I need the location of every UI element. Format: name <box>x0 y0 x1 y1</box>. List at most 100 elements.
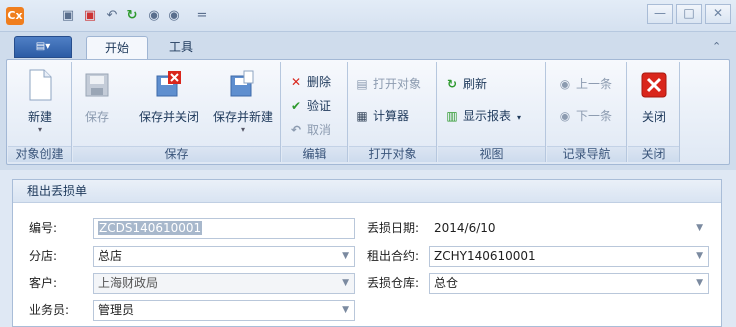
group-edit: ✕ 删除 ✔ 验证 ↶ 取消 编辑 <box>282 62 348 162</box>
refresh-button[interactable]: ↻ 刷新 <box>444 74 487 94</box>
salesman-select[interactable]: 管理员 ▼ <box>93 300 355 321</box>
customer-value: 上海财政局 <box>98 276 159 290</box>
open-object-button[interactable]: ▤ 打开对象 <box>354 74 421 94</box>
show-report-label: 显示报表 <box>463 109 512 123</box>
save-button[interactable]: 保存 <box>79 68 115 125</box>
salesman-label: 业务员: <box>29 303 70 317</box>
maximize-button[interactable]: □ <box>676 4 702 24</box>
new-button[interactable]: 新建 ▾ <box>16 68 64 134</box>
save-close-label: 保存并关闭 <box>138 110 199 124</box>
next-record-button[interactable]: ◉ 下一条 <box>557 106 612 126</box>
chevron-down-icon[interactable]: ▼ <box>342 247 349 266</box>
save-close-button[interactable]: 保存并关闭 <box>131 68 207 125</box>
calculator-label: 计算器 <box>373 109 410 123</box>
group-save: 保存 保存并关闭 保存并新建 ▾ 保存 <box>73 62 281 162</box>
next-icon[interactable]: ◉ <box>166 8 182 24</box>
warehouse-value: 总仓 <box>434 276 459 290</box>
group-nav-label: 记录导航 <box>547 146 626 162</box>
close-red-x-icon <box>641 72 667 98</box>
group-nav: ◉ 上一条 ◉ 下一条 记录导航 <box>547 62 627 162</box>
disk-icon <box>85 73 109 97</box>
delete-x-icon: ✕ <box>290 75 302 89</box>
save-close-icon[interactable]: ▣ <box>82 8 98 24</box>
new-label: 新建 <box>27 110 52 124</box>
cancel-label: 取消 <box>307 123 332 137</box>
cancel-button[interactable]: ↶ 取消 <box>288 120 331 140</box>
refresh-icon: ↻ <box>446 77 458 91</box>
file-menu-button[interactable]: ▤▾ <box>14 36 72 58</box>
save-new-icon <box>230 70 254 97</box>
close-label: 关闭 <box>641 110 666 124</box>
chevron-down-icon[interactable]: ▼ <box>696 219 703 238</box>
minimize-button[interactable]: — <box>647 4 673 24</box>
contract-value: ZCHY140610001 <box>434 249 536 263</box>
no-label: 编号: <box>29 221 58 235</box>
contract-label: 租出合约: <box>367 249 420 263</box>
group-open: ▤ 打开对象 ▦ 计算器 打开对象 <box>349 62 437 162</box>
warehouse-label: 丢损仓库: <box>367 276 420 290</box>
group-create-label: 对象创建 <box>8 146 71 162</box>
customize-qat-icon[interactable]: = <box>194 8 210 24</box>
next-icon: ◉ <box>559 109 571 123</box>
salesman-value: 管理员 <box>98 303 135 317</box>
branch-label: 分店: <box>29 249 58 263</box>
show-report-button[interactable]: ▥ 显示报表 ▾ <box>444 106 521 126</box>
form-title: 租出丢损单 <box>13 180 721 203</box>
calculator-button[interactable]: ▦ 计算器 <box>354 106 409 126</box>
verify-button[interactable]: ✔ 验证 <box>288 96 331 116</box>
undo-icon: ↶ <box>290 123 302 137</box>
new-dropdown-icon: ▾ <box>37 125 42 134</box>
group-view-label: 视图 <box>438 146 545 162</box>
open-object-label: 打开对象 <box>373 77 422 91</box>
prev-label: 上一条 <box>576 77 613 91</box>
delete-label: 删除 <box>307 75 332 89</box>
group-save-label: 保存 <box>73 146 280 162</box>
tab-home[interactable]: 开始 <box>86 36 148 60</box>
show-report-dropdown-icon: ▾ <box>517 113 522 122</box>
branch-value: 总店 <box>98 249 123 263</box>
group-view: ↻ 刷新 ▥ 显示报表 ▾ 视图 <box>438 62 546 162</box>
group-close-label: 关闭 <box>628 146 679 162</box>
report-icon: ▥ <box>446 109 458 123</box>
save-label: 保存 <box>84 110 109 124</box>
save-close-icon <box>156 71 181 97</box>
close-button[interactable]: 关闭 <box>634 68 674 125</box>
date-field[interactable]: 2014/6/10 ▼ <box>429 218 709 239</box>
calculator-icon: ▦ <box>356 109 368 123</box>
prev-icon: ◉ <box>559 77 571 91</box>
chevron-down-icon[interactable]: ▼ <box>696 274 703 293</box>
branch-select[interactable]: 总店 ▼ <box>93 246 355 267</box>
next-label: 下一条 <box>576 109 613 123</box>
chevron-down-icon[interactable]: ▼ <box>342 274 349 293</box>
undo-icon[interactable]: ↶ <box>104 8 120 24</box>
verify-label: 验证 <box>307 99 332 113</box>
group-close: 关闭 关闭 <box>628 62 680 162</box>
save-new-button[interactable]: 保存并新建 ▾ <box>207 68 279 134</box>
app-icon[interactable]: Cx <box>6 7 24 25</box>
new-document-icon <box>29 69 52 101</box>
save-icon[interactable]: ▣ <box>60 8 76 24</box>
date-value: 2014/6/10 <box>434 221 496 235</box>
customer-select[interactable]: 上海财政局 ▼ <box>93 273 355 294</box>
chevron-down-icon[interactable]: ▼ <box>342 301 349 320</box>
no-field[interactable]: ZCDS140610001 <box>93 218 355 239</box>
warehouse-select[interactable]: 总仓 ▼ <box>429 273 709 294</box>
refresh-icon[interactable]: ↻ <box>124 8 140 24</box>
no-value: ZCDS140610001 <box>98 221 203 235</box>
save-new-dropdown-icon: ▾ <box>240 125 245 134</box>
form-panel: 租出丢损单 编号: ZCDS140610001 分店: 总店 ▼ 客户: 上海财政… <box>12 179 722 327</box>
prev-record-button[interactable]: ◉ 上一条 <box>557 74 612 94</box>
chevron-down-icon[interactable]: ▼ <box>696 247 703 266</box>
customer-label: 客户: <box>29 276 58 290</box>
group-create: 新建 ▾ 对象创建 <box>8 62 72 162</box>
collapse-ribbon-icon[interactable]: ⌃ <box>712 40 721 53</box>
delete-button[interactable]: ✕ 删除 <box>288 72 331 92</box>
prev-icon[interactable]: ◉ <box>146 8 162 24</box>
tab-tools[interactable]: 工具 <box>150 36 212 60</box>
contract-select[interactable]: ZCHY140610001 ▼ <box>429 246 709 267</box>
close-window-button[interactable]: ✕ <box>705 4 731 24</box>
group-open-label: 打开对象 <box>349 146 436 162</box>
check-icon: ✔ <box>290 99 302 113</box>
date-label: 丢损日期: <box>367 221 420 235</box>
group-edit-label: 编辑 <box>282 146 347 162</box>
